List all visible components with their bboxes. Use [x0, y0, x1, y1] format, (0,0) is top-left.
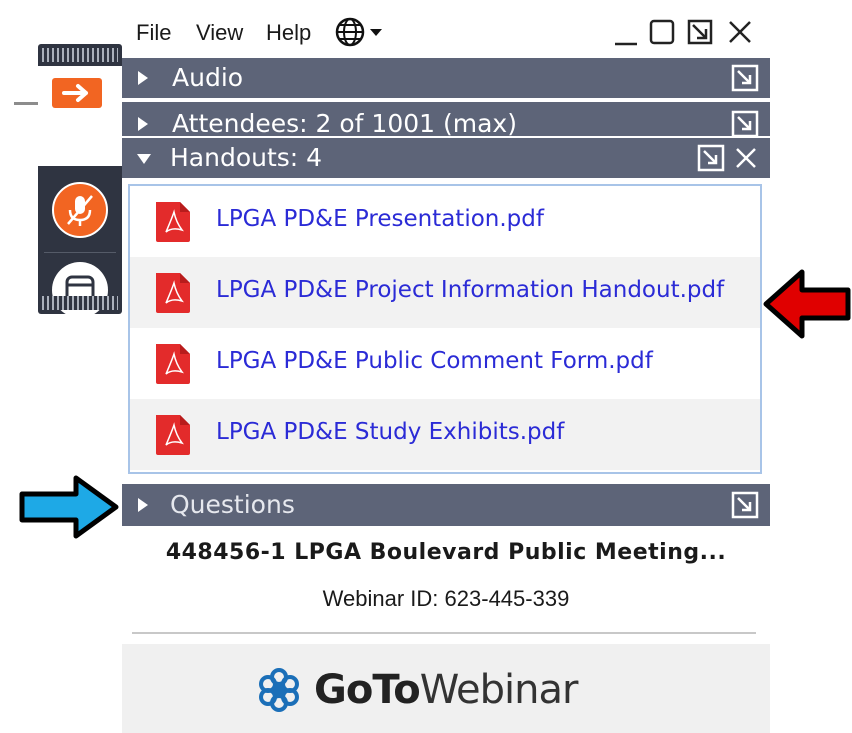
handout-link[interactable]: LPGA PD&E Presentation.pdf — [216, 206, 544, 232]
control-panel-strip — [38, 44, 122, 318]
language-menu[interactable] — [334, 16, 390, 52]
handout-item[interactable]: LPGA PD&E Project Information Handout.pd… — [130, 257, 760, 328]
audio-panel-header[interactable]: Audio — [122, 58, 770, 98]
handouts-list: LPGA PD&E Presentation.pdf LPGA PD&E Pro… — [128, 184, 762, 474]
menu-help[interactable]: Help — [266, 20, 311, 46]
menu-bar: File View Help — [122, 8, 770, 56]
drag-grip-top[interactable] — [42, 48, 118, 62]
close-icon — [729, 21, 751, 43]
handouts-panel-title: Handouts: 4 — [170, 143, 323, 172]
globe-icon — [335, 17, 382, 47]
questions-panel-title: Questions — [170, 490, 295, 519]
pdf-icon — [156, 273, 190, 313]
triangle-right-icon — [138, 71, 148, 85]
popout-button[interactable] — [684, 16, 716, 48]
attendees-panel-title: Attendees: 2 of 1001 (max) — [172, 109, 517, 138]
handouts-panel-header[interactable]: Handouts: 4 — [122, 136, 770, 178]
popout-icon[interactable] — [696, 143, 726, 173]
gotowebinar-logo: GoTo Webinar — [256, 662, 579, 718]
close-icon[interactable] — [732, 144, 760, 172]
pdf-icon — [156, 344, 190, 384]
drag-grip-bottom[interactable] — [42, 296, 118, 310]
arrow-right-icon — [62, 84, 88, 102]
minimize-icon — [615, 42, 637, 46]
questions-panel-header[interactable]: Questions — [122, 484, 770, 526]
pdf-icon — [156, 202, 190, 242]
handout-item[interactable]: LPGA PD&E Public Comment Form.pdf — [130, 328, 760, 399]
menu-view[interactable]: View — [196, 20, 243, 46]
brand-goto-text: GoTo — [314, 667, 421, 713]
webinar-id: Webinar ID: 623-445-339 — [322, 586, 570, 611]
triangle-down-icon — [137, 154, 151, 164]
red-callout-arrow-icon — [763, 269, 851, 339]
handout-item[interactable]: LPGA PD&E Study Exhibits.pdf — [130, 399, 760, 470]
handout-link[interactable]: LPGA PD&E Public Comment Form.pdf — [216, 348, 653, 374]
meeting-title: 448456-1 LPGA Boulevard Public Meeting..… — [165, 540, 727, 565]
menu-file[interactable]: File — [136, 20, 171, 46]
close-button[interactable] — [724, 16, 756, 48]
popout-icon[interactable] — [730, 109, 760, 138]
brand-webinar-text: Webinar — [419, 667, 579, 713]
divider — [132, 632, 756, 634]
control-panel: File View Help Audio Attendees: 2 of 100… — [122, 8, 770, 733]
maximize-button[interactable] — [646, 16, 678, 48]
mute-microphone-button[interactable] — [52, 182, 108, 238]
pdf-icon — [156, 415, 190, 455]
maximize-icon — [649, 19, 675, 45]
attendees-panel-header[interactable]: Attendees: 2 of 1001 (max) — [122, 102, 770, 138]
blue-callout-arrow-icon — [19, 475, 119, 539]
gotowebinar-flower-icon — [259, 668, 299, 712]
microphone-muted-icon — [67, 195, 93, 226]
popout-icon[interactable] — [730, 490, 760, 520]
triangle-right-icon — [138, 117, 148, 131]
handout-link[interactable]: LPGA PD&E Study Exhibits.pdf — [216, 419, 564, 445]
audio-panel-title: Audio — [172, 63, 244, 92]
minimize-button[interactable] — [610, 16, 642, 48]
handout-link[interactable]: LPGA PD&E Project Information Handout.pd… — [216, 277, 724, 303]
popout-icon[interactable] — [730, 63, 760, 93]
collapse-panel-button[interactable] — [52, 78, 102, 108]
popout-icon — [687, 19, 713, 45]
control-divider — [44, 252, 116, 253]
handout-item[interactable]: LPGA PD&E Presentation.pdf — [130, 186, 760, 257]
triangle-right-icon — [138, 498, 148, 512]
